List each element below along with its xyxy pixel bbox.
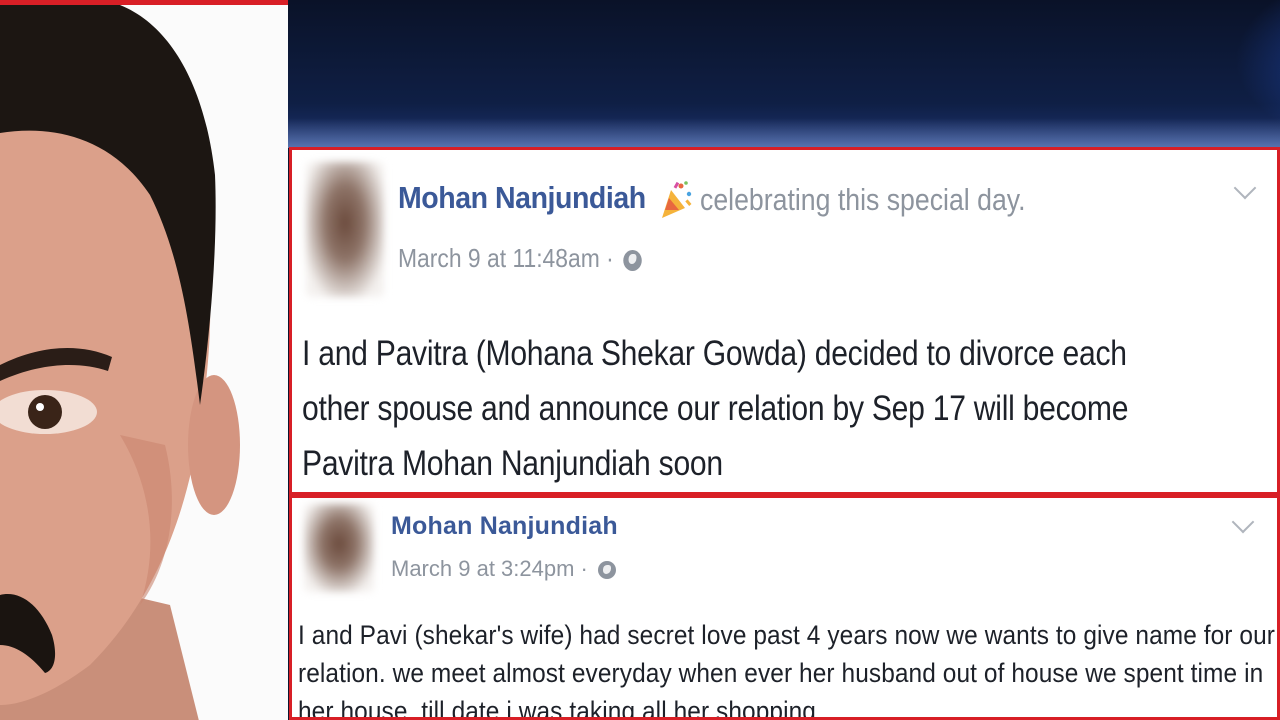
post-meta: March 9 at 11:48am · — [398, 243, 643, 274]
chevron-down-icon[interactable] — [1233, 176, 1257, 200]
author-name-link[interactable]: Mohan Nanjundiah — [398, 180, 646, 216]
globe-icon[interactable] — [598, 561, 616, 580]
chevron-down-icon[interactable] — [1231, 510, 1255, 534]
author-avatar-blurred[interactable] — [306, 162, 384, 297]
author-avatar-blurred[interactable] — [304, 504, 374, 592]
profile-portrait-photo — [0, 0, 288, 720]
post-body-text: I and Pavitra (Mohana Shekar Gowda) deci… — [302, 334, 1129, 483]
activity-status-text: celebrating this special day. — [700, 182, 1026, 217]
party-popper-icon — [662, 181, 692, 218]
author-name-link[interactable]: Mohan Nanjundiah — [391, 512, 618, 541]
post-timestamp[interactable]: March 9 at 3:24pm · — [391, 556, 588, 581]
post-timestamp[interactable]: March 9 at 11:48am · — [398, 243, 614, 273]
news-backdrop — [288, 0, 1280, 148]
backdrop-glow — [288, 118, 1280, 148]
facebook-post-1: Mohan Nanjundiah celebrating this specia… — [289, 147, 1280, 495]
facebook-post-2: Mohan Nanjundiah March 9 at 3:24pm · I a… — [289, 495, 1280, 720]
post-body-text: I and Pavi (shekar's wife) had secret lo… — [298, 620, 1276, 720]
portrait-illustration — [0, 5, 288, 720]
post-meta: March 9 at 3:24pm · — [391, 556, 616, 582]
globe-icon[interactable] — [623, 249, 643, 271]
